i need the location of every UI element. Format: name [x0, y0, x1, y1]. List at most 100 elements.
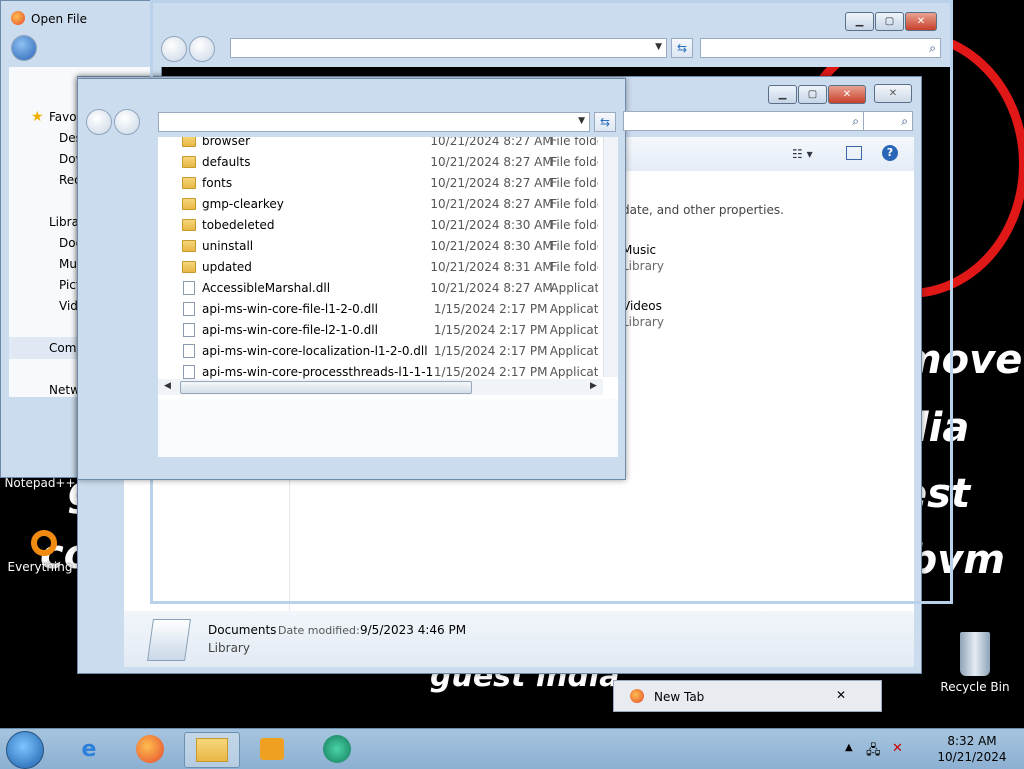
- file-name: gmp-clearkey: [202, 196, 284, 211]
- minimize-button[interactable]: ▁: [768, 85, 797, 104]
- table-row[interactable]: fonts 10/21/2024 8:27 AMFile folder: [158, 172, 598, 193]
- window-caption-buttons: ▁ ▢ ✕: [845, 12, 937, 31]
- explorer-taskbar-button[interactable]: [184, 732, 240, 768]
- desktop-icon-everything[interactable]: Everything: [0, 530, 80, 574]
- back-button[interactable]: [161, 36, 187, 62]
- firefox-icon: [136, 735, 164, 763]
- table-row[interactable]: gmp-clearkey 10/21/2024 8:27 AMFile folde…: [158, 193, 598, 214]
- details-pane: Documents Date modified: 9/5/2023 4:46 P…: [124, 611, 914, 667]
- start-button[interactable]: [6, 731, 44, 769]
- file-type: File folder: [550, 217, 598, 232]
- file-type: Application extension: [549, 322, 599, 337]
- back-button[interactable]: [11, 35, 37, 61]
- clock-date: 10/21/2024: [937, 750, 1007, 764]
- forward-button[interactable]: [114, 109, 140, 135]
- search-icon: ⌕: [852, 114, 859, 128]
- file-icon: [183, 364, 195, 379]
- file-date: 10/21/2024 8:27 AM: [430, 175, 553, 190]
- search-input[interactable]: ⌕: [700, 38, 941, 58]
- address-bar[interactable]: ▼: [230, 38, 667, 58]
- file-type: File folder: [550, 175, 598, 190]
- folder-icon: [182, 197, 196, 210]
- folder-icon: [182, 218, 196, 231]
- file-icon: [183, 280, 195, 295]
- clock[interactable]: 8:32 AM 10/21/2024: [930, 734, 1014, 764]
- vertical-scrollbar[interactable]: [603, 137, 618, 377]
- folder-icon: [182, 137, 196, 147]
- scroll-right-arrow[interactable]: ▶: [590, 381, 597, 391]
- clock-time: 8:32 AM: [947, 734, 997, 748]
- file-type: Application extension: [550, 280, 598, 295]
- volume-muted-icon[interactable]: ✕: [892, 741, 903, 756]
- file-name: tobedeleted: [202, 217, 275, 232]
- folder-icon: [182, 239, 196, 252]
- firefox-taskbar-icon[interactable]: [133, 732, 167, 766]
- file-type: File folder: [550, 259, 598, 274]
- details-modified-label: Date modified:: [278, 624, 360, 637]
- chevron-down-icon: ▼: [655, 42, 662, 52]
- file-name: browser: [202, 137, 251, 148]
- window-title: Open File: [31, 12, 87, 26]
- table-row[interactable]: uninstall 10/21/2024 8:30 AMFile folder: [158, 235, 598, 256]
- file-list-rows: browser10/21/2024 8:27 AMFile folderdefa…: [158, 137, 598, 390]
- file-list[interactable]: browser10/21/2024 8:27 AMFile folderdefa…: [158, 137, 618, 457]
- scroll-thumb[interactable]: [180, 381, 472, 394]
- file-type: File folder: [550, 137, 598, 148]
- file-type: File folder: [550, 154, 598, 169]
- table-row[interactable]: api-ms-win-core-localization-l1-2-0.dll 1…: [158, 340, 598, 361]
- back-button[interactable]: [86, 109, 112, 135]
- remote-app-icon[interactable]: [320, 732, 354, 766]
- new-tab-popup[interactable]: New Tab ✕: [613, 680, 882, 712]
- file-name: defaults: [202, 154, 251, 169]
- address-bar[interactable]: ▼: [158, 112, 590, 132]
- refresh-button[interactable]: ⇆: [671, 38, 693, 58]
- media-player-icon[interactable]: [255, 732, 289, 766]
- maximize-button[interactable]: ▢: [875, 12, 904, 31]
- taskbar: e ▲ 🖧 ✕ 8:32 AM 10/21/2024: [0, 728, 1024, 769]
- file-type: Application extension: [549, 301, 599, 316]
- desktop-icon-recycle-bin[interactable]: Recycle Bin: [935, 632, 1015, 694]
- internet-explorer-icon[interactable]: e: [72, 732, 106, 766]
- file-name: fonts: [202, 175, 233, 190]
- table-row[interactable]: defaults 10/21/2024 8:27 AMFile folder: [158, 151, 598, 172]
- forward-button[interactable]: [189, 36, 215, 62]
- table-row[interactable]: tobedeleted 10/21/2024 8:30 AMFile folder: [158, 214, 598, 235]
- scroll-left-arrow[interactable]: ◀: [164, 381, 171, 391]
- close-button[interactable]: ✕: [828, 85, 866, 104]
- file-browser-window[interactable]: ▼ ⇆ browser10/21/2024 8:27 AMFile folder…: [77, 78, 626, 480]
- desktop-icon-notepadpp[interactable]: Notepad++: [0, 476, 80, 490]
- desktop-icon-label: Everything: [7, 560, 73, 574]
- table-row[interactable]: updated 10/21/2024 8:31 AMFile folder: [158, 256, 598, 277]
- recycle-bin-icon: [960, 632, 990, 676]
- media-icon: [260, 738, 284, 760]
- file-date: 10/21/2024 8:31 AM: [430, 259, 553, 274]
- file-browser-search-input[interactable]: ⌕: [623, 111, 864, 131]
- file-type: File folder: [550, 238, 598, 253]
- file-name: api-ms-win-core-processthreads-l1-1-1.dl…: [202, 364, 434, 379]
- folder-icon: [182, 176, 196, 189]
- table-row[interactable]: api-ms-win-core-file-l1-2-0.dll 1/15/2024…: [158, 298, 598, 319]
- file-name: api-ms-win-core-localization-l1-2-0.dll: [202, 343, 428, 358]
- table-row[interactable]: AccessibleMarshal.dll 10/21/2024 8:27 AM A…: [158, 277, 598, 298]
- network-icon[interactable]: 🖧: [866, 741, 881, 763]
- horizontal-scrollbar[interactable]: ◀ ▶: [158, 379, 603, 395]
- minimize-button[interactable]: ▁: [845, 12, 874, 31]
- tray-up-arrow-icon[interactable]: ▲: [845, 742, 853, 753]
- file-date: 10/21/2024 8:27 AM: [430, 196, 553, 211]
- file-date: 10/21/2024 8:27 AM: [430, 280, 553, 295]
- firefox-icon: [11, 11, 25, 25]
- close-button[interactable]: ✕: [905, 12, 937, 31]
- table-row[interactable]: browser 10/21/2024 8:27 AMFile folder: [158, 137, 598, 151]
- file-date: 10/21/2024 8:30 AM: [430, 238, 553, 253]
- desktop-icon-label: Recycle Bin: [940, 680, 1010, 694]
- file-icon: [183, 343, 195, 358]
- file-name: updated: [202, 259, 252, 274]
- documents-library-icon: [147, 619, 191, 661]
- favorites-star-icon: ★: [31, 109, 44, 125]
- file-type: Application extension: [549, 364, 599, 379]
- details-name: Documents: [208, 623, 277, 637]
- tab-close-button[interactable]: ✕: [836, 688, 846, 702]
- refresh-button[interactable]: ⇆: [594, 112, 616, 132]
- table-row[interactable]: api-ms-win-core-file-l2-1-0.dll 1/15/2024…: [158, 319, 598, 340]
- maximize-button[interactable]: ▢: [798, 85, 827, 104]
